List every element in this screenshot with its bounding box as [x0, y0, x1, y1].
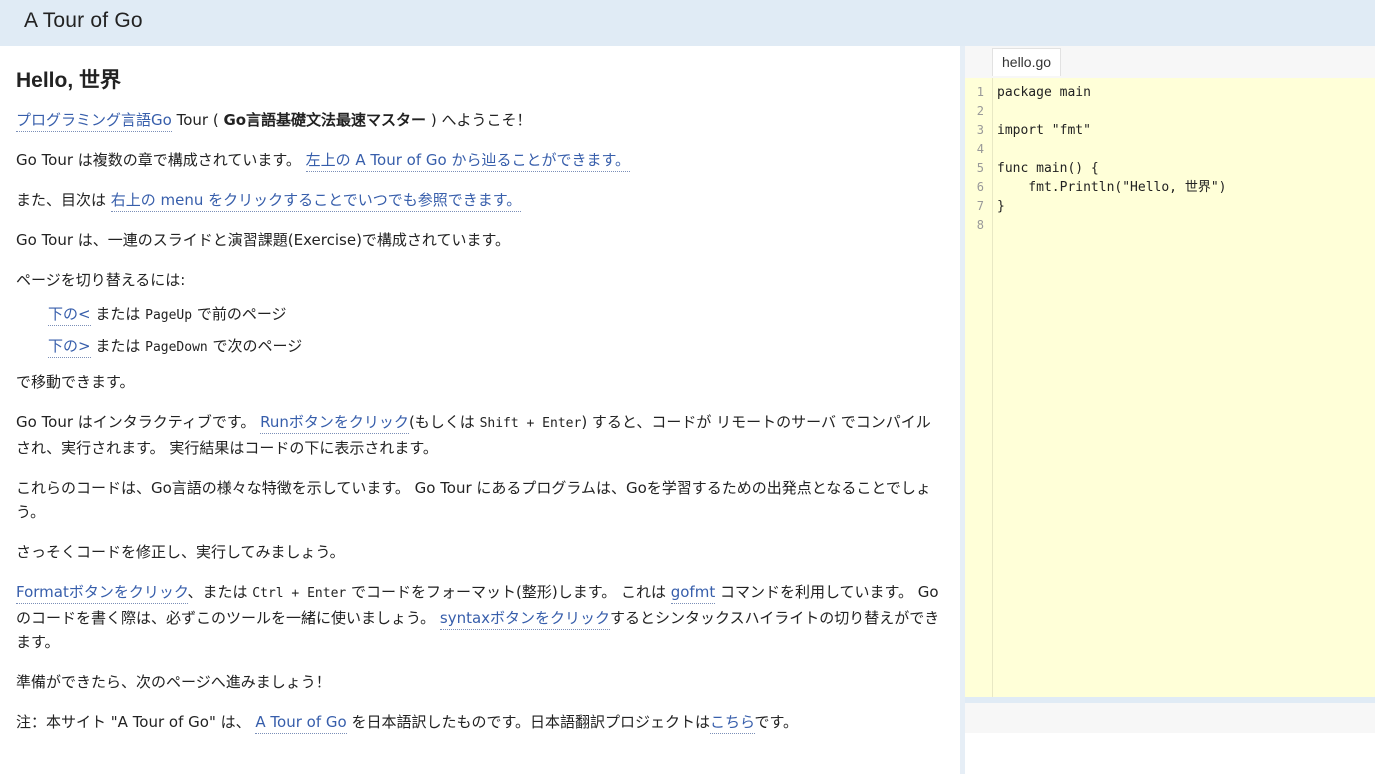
format-paragraph: Formatボタンをクリック、または Ctrl + Enter でコードをフォー… — [16, 580, 941, 654]
top-bar: A Tour of Go — [0, 0, 1375, 46]
key-code: Ctrl + Enter — [252, 586, 347, 601]
text: または — [90, 305, 146, 323]
text: Go Tour は複数の章で構成されています。 — [16, 151, 306, 169]
output-toolbar — [965, 703, 1375, 733]
text: また、目次は — [16, 191, 111, 209]
text: (もしくは — [408, 413, 480, 431]
list-item: 下の> または PageDown で次のページ — [48, 330, 960, 362]
line-number: 7 — [976, 199, 984, 213]
text: Go Tour はインタラクティブです。 — [16, 413, 261, 431]
site-logo-link[interactable]: A Tour of Go — [24, 9, 143, 33]
gofmt-link[interactable]: gofmt — [670, 583, 716, 604]
key-code: Shift + Enter — [479, 416, 582, 431]
file-tab[interactable]: hello.go — [992, 48, 1062, 76]
bold-text: Go言語基礎文法最速マスター — [223, 111, 427, 129]
text: で前のページ — [192, 305, 287, 323]
syntax-button-link[interactable]: syntaxボタンをクリック — [439, 609, 611, 630]
chapters-paragraph: Go Tour は複数の章で構成されています。 左上の A Tour of Go… — [16, 148, 941, 172]
intro-paragraph: プログラミング言語Go Tour ( Go言語基礎文法最速マスター ) へようこ… — [16, 108, 941, 132]
line-number: 4 — [976, 142, 984, 156]
move-paragraph: で移動できます。 — [16, 373, 135, 391]
ready-paragraph: 準備ができたら、次のページへ進みましょう！ — [16, 673, 331, 691]
format-button-link[interactable]: Formatボタンをクリック — [16, 583, 188, 604]
go-language-link[interactable]: プログラミング言語Go — [16, 111, 172, 132]
slide-title: Hello, 世界 — [16, 69, 122, 92]
menu-link[interactable]: 右上の menu をクリックすることでいつでも参照できます。 — [110, 191, 522, 212]
text: 注：本サイト "A Tour of Go" は、 — [16, 713, 256, 731]
text: 、または — [187, 583, 253, 601]
code-line[interactable]: func main() { — [997, 159, 1227, 178]
code-line[interactable] — [997, 216, 1227, 235]
text: Tour ( — [171, 111, 224, 129]
code-line[interactable]: } — [997, 197, 1227, 216]
list-item: 下の< または PageUp で前のページ — [48, 298, 960, 330]
code-line[interactable]: package main — [997, 83, 1227, 102]
text: を日本語訳したものです。日本語翻訳プロジェクトは — [346, 713, 710, 731]
code-line[interactable]: import "fmt" — [997, 121, 1227, 140]
note-paragraph: 注：本サイト "A Tour of Go" は、 A Tour of Go を日… — [16, 710, 941, 734]
navigation-list: 下の< または PageUp で前のページ 下の> または PageDown で… — [16, 298, 960, 362]
features-paragraph: これらのコードは、Go言語の様々な特徴を示しています。 Go Tour にあるプ… — [16, 479, 931, 521]
toc-link[interactable]: 左上の A Tour of Go から辿ることができます。 — [305, 151, 630, 172]
run-button-link[interactable]: Runボタンをクリック — [260, 413, 409, 434]
original-tour-link[interactable]: A Tour of Go — [255, 713, 347, 734]
prev-page-link[interactable]: 下の< — [48, 305, 91, 326]
file-tab-bar: hello.go — [965, 46, 1375, 78]
structure-paragraph: Go Tour は、一連のスライドと演習課題(Exercise)で構成されていま… — [16, 231, 510, 249]
text: で次のページ — [207, 337, 303, 355]
code-line[interactable]: fmt.Println("Hello, 世界") — [997, 178, 1226, 197]
line-number: 8 — [976, 218, 984, 232]
code-pane: hello.go 1 2 3 4 5 6 7 8 package main im… — [965, 46, 1375, 774]
line-number-gutter: 1 2 3 4 5 6 7 8 — [965, 78, 993, 697]
line-number: 1 — [976, 85, 984, 99]
try-paragraph: さっそくコードを修正し、実行してみましょう。 — [16, 543, 345, 561]
navigation-paragraph: ページを切り替えるには: — [16, 271, 186, 289]
interactive-paragraph: Go Tour はインタラクティブです。 Runボタンをクリック(もしくは Sh… — [16, 410, 941, 460]
translation-project-link[interactable]: こちら — [709, 713, 755, 734]
line-number: 3 — [976, 123, 984, 137]
code-editor[interactable]: 1 2 3 4 5 6 7 8 package main import "fmt… — [965, 78, 1375, 697]
code-line[interactable] — [997, 102, 1227, 121]
key-code: PageUp — [145, 308, 193, 323]
slide-content: Hello, 世界 プログラミング言語Go Tour ( Go言語基礎文法最速マ… — [0, 46, 960, 774]
line-number: 5 — [976, 161, 984, 175]
line-number: 6 — [976, 180, 984, 194]
key-code: PageDown — [145, 340, 208, 355]
menu-paragraph: また、目次は 右上の menu をクリックすることでいつでも参照できます。 — [16, 188, 941, 212]
text: でコードをフォーマット(整形)します。 これは — [346, 583, 671, 601]
next-page-link[interactable]: 下の> — [48, 337, 91, 358]
text: または — [90, 337, 146, 355]
code-line[interactable] — [997, 140, 1227, 159]
line-number: 2 — [976, 104, 984, 118]
text: ) へようこそ！ — [426, 111, 532, 129]
output-area — [965, 733, 1375, 774]
code-lines[interactable]: package main import "fmt" func main() { … — [997, 83, 1227, 235]
text: です。 — [754, 713, 799, 731]
